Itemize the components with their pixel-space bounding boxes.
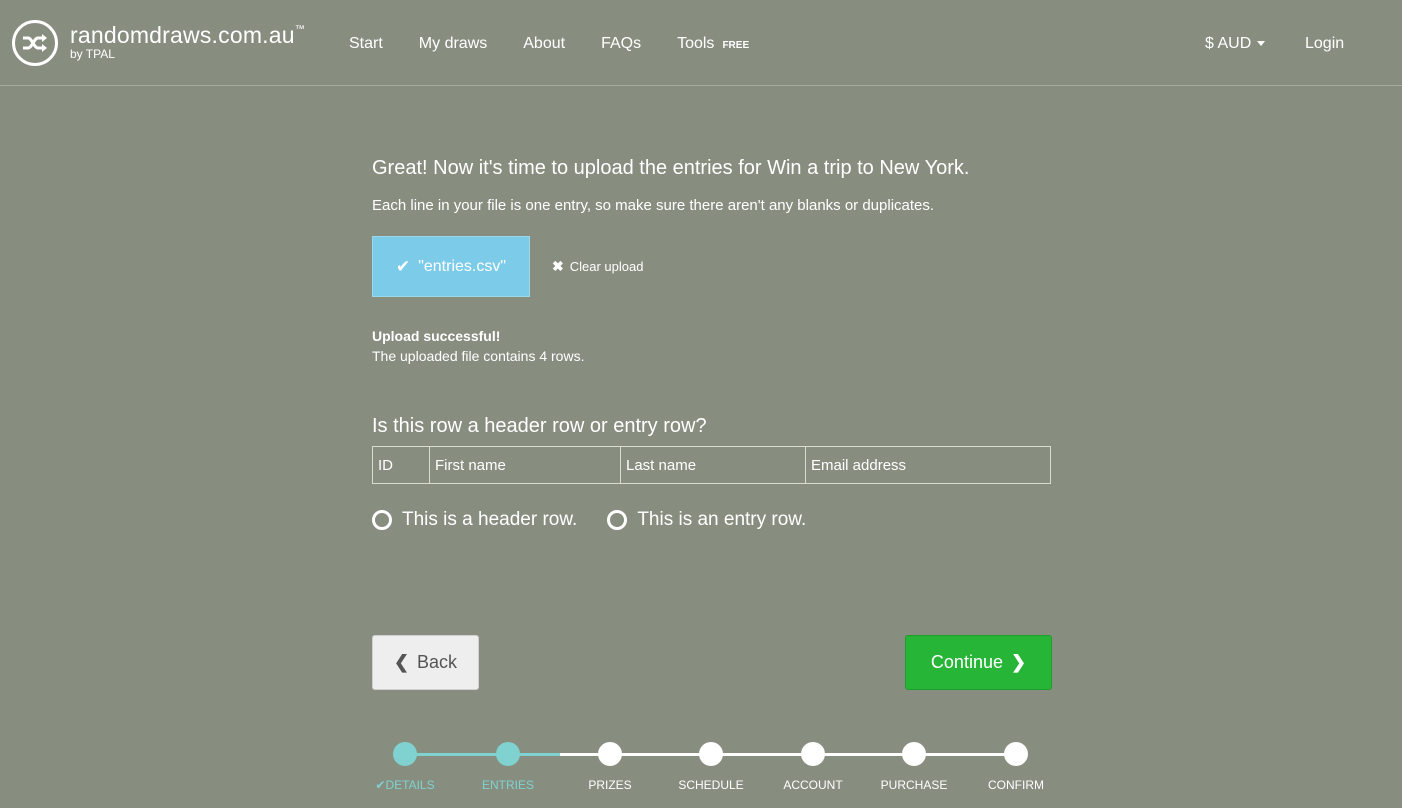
step-dot [699, 742, 723, 766]
step-dot [598, 742, 622, 766]
step-account[interactable]: ACCOUNT [758, 740, 868, 792]
uploaded-file-button[interactable]: ✔ "entries.csv" [372, 236, 530, 297]
header-row-radio-label: This is a header row. [402, 509, 578, 530]
upload-success-title: Upload successful! [372, 328, 501, 344]
sample-row-table: ID First name Last name Email address [372, 446, 1051, 484]
nav-about[interactable]: About [523, 35, 565, 53]
step-details[interactable]: ✔DETAILS [350, 740, 460, 792]
uploaded-file-name: "entries.csv" [418, 257, 507, 275]
nav-tools[interactable]: Tools FREE [677, 35, 749, 53]
step-purchase[interactable]: PURCHASE [859, 740, 969, 792]
back-button-label: Back [417, 652, 458, 672]
free-badge: FREE [722, 40, 750, 51]
step-label: PURCHASE [880, 778, 948, 792]
table-cell: ID [372, 446, 430, 484]
step-label: ACCOUNT [783, 778, 843, 792]
clear-upload-label: Clear upload [569, 259, 644, 274]
close-icon: ✖ [552, 258, 564, 274]
step-prizes[interactable]: PRIZES [555, 740, 665, 792]
table-cell: Email address [805, 446, 1051, 484]
currency-dropdown[interactable]: $ AUD [1205, 35, 1266, 53]
login-link[interactable]: Login [1305, 35, 1344, 53]
step-dot [1004, 742, 1028, 766]
top-navbar: randomdraws.com.au™ by TPAL Start My dra… [0, 0, 1402, 86]
nav-my-draws[interactable]: My draws [419, 35, 487, 53]
table-cell: First name [429, 446, 621, 484]
step-schedule[interactable]: SCHEDULE [656, 740, 766, 792]
progress-steps: ✔DETAILS ENTRIES PRIZES SCHEDULE ACCOUNT… [350, 740, 1070, 800]
chevron-right-icon: ❯ [1010, 652, 1027, 672]
caret-down-icon [1257, 41, 1266, 47]
nav-start[interactable]: Start [349, 35, 383, 53]
step-entries[interactable]: ENTRIES [453, 740, 563, 792]
table-row: ID First name Last name Email address [372, 446, 1051, 484]
upload-success-text: The uploaded file contains 4 rows. [372, 348, 585, 364]
brand[interactable]: randomdraws.com.au™ by TPAL [70, 22, 305, 61]
back-button[interactable]: ❮ Back [372, 635, 479, 690]
radio-circle-icon [607, 510, 628, 530]
shuffle-logo-icon[interactable] [12, 20, 58, 66]
step-dot [801, 742, 825, 766]
nav-tools-label: Tools [677, 35, 715, 52]
step-label: ENTRIES [481, 778, 534, 792]
step-dot [496, 742, 520, 766]
page-headline: Great! Now it's time to upload the entri… [372, 157, 970, 179]
radio-circle-icon [372, 510, 392, 530]
header-row-radio[interactable]: This is a header row. [372, 509, 577, 531]
checkmark-icon: ✔ [375, 778, 386, 792]
entry-row-radio[interactable]: This is an entry row. [607, 509, 806, 531]
step-dot [393, 742, 417, 766]
main-nav: Start My draws About FAQs Tools FREE [349, 35, 785, 53]
continue-button-label: Continue [930, 652, 1003, 672]
step-label: DETAILS [385, 778, 435, 792]
step-label: PRIZES [588, 778, 632, 792]
trademark-symbol: ™ [294, 24, 305, 35]
entry-row-radio-label: This is an entry row. [637, 509, 807, 530]
step-dot [902, 742, 926, 766]
currency-label: $ AUD [1205, 35, 1252, 52]
nav-faqs[interactable]: FAQs [601, 35, 641, 53]
upload-entries-panel: Great! Now it's time to upload the entri… [372, 158, 1052, 531]
brand-subtitle: by TPAL [70, 47, 115, 61]
row-type-radios: This is a header row. This is an entry r… [372, 509, 1052, 531]
chevron-left-icon: ❮ [393, 652, 410, 672]
checkmark-icon: ✔ [395, 256, 411, 276]
upload-row: ✔ "entries.csv" ✖ Clear upload [372, 236, 1052, 297]
clear-upload-link[interactable]: ✖ Clear upload [552, 258, 643, 275]
table-cell: Last name [620, 446, 806, 484]
step-confirm[interactable]: CONFIRM [961, 740, 1071, 792]
continue-button[interactable]: Continue ❯ [905, 635, 1052, 690]
row-type-question: Is this row a header row or entry row? [372, 415, 707, 437]
brand-name: randomdraws.com.au [70, 22, 295, 48]
step-label: SCHEDULE [678, 778, 744, 792]
step-label: CONFIRM [988, 778, 1044, 792]
instructions-text: Each line in your file is one entry, so … [372, 197, 935, 214]
